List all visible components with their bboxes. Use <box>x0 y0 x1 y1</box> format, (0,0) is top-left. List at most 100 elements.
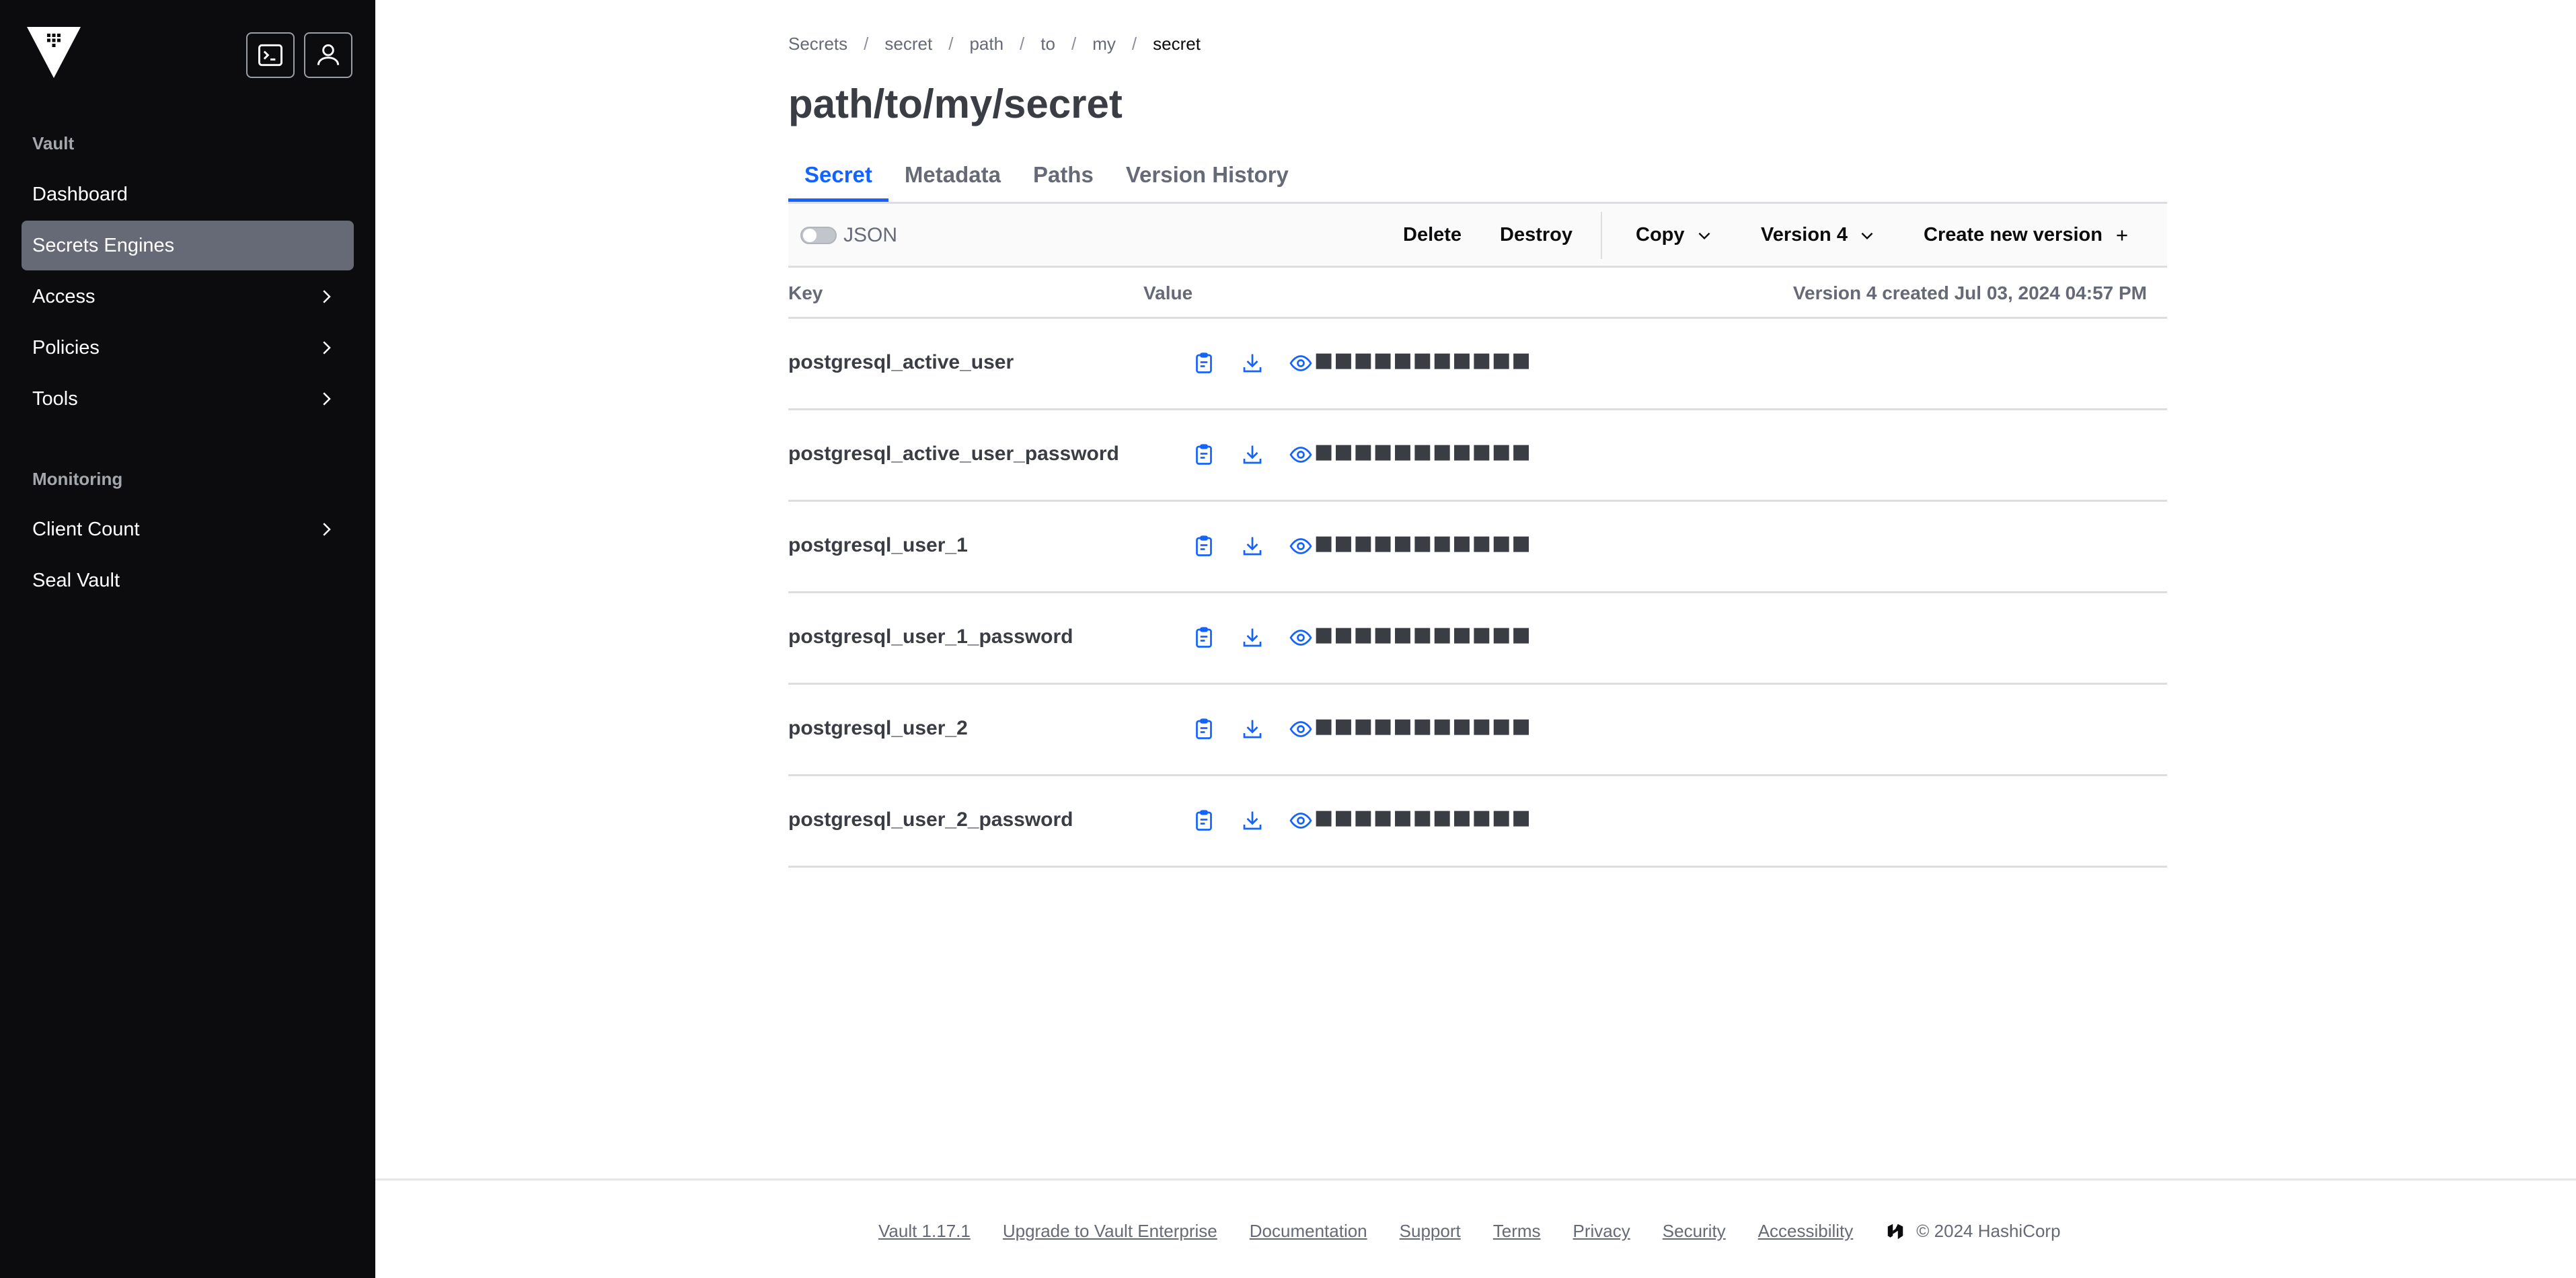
sidebar-item-secrets-engines[interactable]: Secrets Engines <box>22 221 354 270</box>
breadcrumb-link[interactable]: secret <box>884 34 932 54</box>
breadcrumb-link[interactable]: Secrets <box>788 34 847 54</box>
user-icon <box>317 44 340 65</box>
hashicorp-logo-icon <box>1888 1224 1903 1239</box>
tab-paths[interactable]: Paths <box>1017 148 1110 202</box>
masked-value: ■■■■■■■■■■■ <box>1314 623 1531 646</box>
chevron-down-icon <box>1861 232 1873 239</box>
breadcrumb-separator: / <box>948 34 954 54</box>
breadcrumb-separator: / <box>1071 34 1077 54</box>
copyright-text: © 2024 HashiCorp <box>1916 1221 2061 1241</box>
secret-key: postgresql_active_user <box>788 351 1014 373</box>
copy-value-icon[interactable] <box>1192 717 1216 741</box>
tab-version-history[interactable]: Version History <box>1110 148 1305 202</box>
download-icon[interactable] <box>1240 534 1264 558</box>
footer-link-privacy[interactable]: Privacy <box>1573 1221 1630 1242</box>
masked-value: ■■■■■■■■■■■ <box>1314 440 1531 463</box>
delete-button-label: Delete <box>1403 224 1462 246</box>
sidebar-item-label: Policies <box>32 336 100 359</box>
json-toggle-label: JSON <box>843 224 898 246</box>
terminal-icon <box>258 44 282 67</box>
download-icon[interactable] <box>1240 443 1264 467</box>
secret-key: postgresql_user_2_password <box>788 809 1073 831</box>
sidebar-item-seal-vault[interactable]: Seal Vault <box>22 556 354 605</box>
eye-icon[interactable] <box>1289 351 1313 375</box>
download-icon[interactable] <box>1240 351 1264 375</box>
chevron-down-icon <box>1698 232 1710 239</box>
footer-link-documentation[interactable]: Documentation <box>1250 1221 1367 1242</box>
copy-dropdown-label: Copy <box>1636 224 1685 246</box>
footer-link-support[interactable]: Support <box>1400 1221 1461 1242</box>
copy-value-icon[interactable] <box>1192 351 1216 375</box>
version-dropdown[interactable]: Version 4 <box>1761 224 1876 246</box>
destroy-button[interactable]: Destroy <box>1500 224 1573 246</box>
table-row: postgresql_user_1_password ■■■■■■■■■■■ <box>788 593 2167 685</box>
secret-toolbar: JSON Delete Destroy Copy Version 4 Creat… <box>788 202 2167 268</box>
sidebar-item-tools[interactable]: Tools <box>22 374 354 424</box>
masked-value: ■■■■■■■■■■■ <box>1314 348 1531 372</box>
copy-value-icon[interactable] <box>1192 443 1216 467</box>
secret-key: postgresql_user_1 <box>788 534 968 556</box>
footer-link-accessibility[interactable]: Accessibility <box>1758 1221 1854 1242</box>
chevron-right-icon <box>323 523 331 536</box>
sidebar-item-policies[interactable]: Policies <box>22 323 354 373</box>
chevron-right-icon <box>323 341 331 354</box>
masked-value: ■■■■■■■■■■■ <box>1314 714 1531 738</box>
create-new-version-label: Create new version <box>1924 224 2103 246</box>
footer-link-upgrade[interactable]: Upgrade to Vault Enterprise <box>1003 1221 1217 1242</box>
chevron-right-icon <box>323 290 331 303</box>
eye-icon[interactable] <box>1289 809 1313 833</box>
download-icon[interactable] <box>1240 717 1264 741</box>
plus-icon <box>2117 229 2127 241</box>
user-menu-button[interactable] <box>304 32 352 78</box>
nav-section-title: Monitoring <box>32 469 123 489</box>
console-button[interactable] <box>246 32 295 78</box>
breadcrumb-separator: / <box>1020 34 1025 54</box>
copy-dropdown[interactable]: Copy <box>1636 224 1713 246</box>
copy-value-icon[interactable] <box>1192 534 1216 558</box>
footer-link-security[interactable]: Security <box>1663 1221 1726 1242</box>
tab-metadata[interactable]: Metadata <box>888 148 1017 202</box>
footer-links: Vault 1.17.1 Upgrade to Vault Enterprise… <box>878 1221 2061 1242</box>
table-row: postgresql_user_2 ■■■■■■■■■■■ <box>788 685 2167 776</box>
sidebar-item-label: Dashboard <box>32 183 128 205</box>
eye-icon[interactable] <box>1289 443 1313 467</box>
sidebar-item-label: Tools <box>32 387 78 410</box>
sidebar-item-access[interactable]: Access <box>22 272 354 322</box>
secret-key: postgresql_user_1_password <box>788 626 1073 648</box>
sidebar-item-label: Secrets Engines <box>32 234 175 256</box>
sidebar-item-dashboard[interactable]: Dashboard <box>22 170 354 219</box>
download-icon[interactable] <box>1240 626 1264 650</box>
main-content: Secrets / secret / path / to / my / secr… <box>375 0 2576 1278</box>
table-header: Key Value Version 4 created Jul 03, 2024… <box>788 268 2167 319</box>
table-row: postgresql_user_1 ■■■■■■■■■■■ <box>788 502 2167 593</box>
chevron-right-icon <box>323 392 331 406</box>
table-row: postgresql_user_2_password ■■■■■■■■■■■ <box>788 776 2167 868</box>
download-icon[interactable] <box>1240 809 1264 833</box>
delete-button[interactable]: Delete <box>1403 224 1462 246</box>
sidebar-item-label: Seal Vault <box>32 569 120 591</box>
tab-secret[interactable]: Secret <box>788 148 888 202</box>
nav-section-title: Vault <box>32 133 75 153</box>
secret-key: postgresql_active_user_password <box>788 443 1119 465</box>
create-new-version-button[interactable]: Create new version <box>1924 224 2131 246</box>
sidebar-item-client-count[interactable]: Client Count <box>22 504 354 554</box>
eye-icon[interactable] <box>1289 717 1313 741</box>
breadcrumb: Secrets / secret / path / to / my / secr… <box>788 34 1201 54</box>
json-toggle[interactable] <box>800 227 837 244</box>
footer: Vault 1.17.1 Upgrade to Vault Enterprise… <box>375 1178 2576 1278</box>
eye-icon[interactable] <box>1289 626 1313 650</box>
breadcrumb-link[interactable]: my <box>1092 34 1116 54</box>
masked-value: ■■■■■■■■■■■ <box>1314 806 1531 829</box>
eye-icon[interactable] <box>1289 534 1313 558</box>
breadcrumb-link[interactable]: path <box>969 34 1003 54</box>
version-created-info: Version 4 created Jul 03, 2024 04:57 PM <box>1792 283 2147 303</box>
version-dropdown-label: Version 4 <box>1761 224 1848 246</box>
breadcrumb-link[interactable]: to <box>1040 34 1055 54</box>
footer-link-version[interactable]: Vault 1.17.1 <box>878 1221 971 1242</box>
vault-logo[interactable] <box>27 26 81 79</box>
footer-link-terms[interactable]: Terms <box>1493 1221 1541 1242</box>
sidebar-item-label: Access <box>32 285 96 307</box>
copy-value-icon[interactable] <box>1192 626 1216 650</box>
breadcrumb-separator: / <box>1131 34 1137 54</box>
copy-value-icon[interactable] <box>1192 809 1216 833</box>
